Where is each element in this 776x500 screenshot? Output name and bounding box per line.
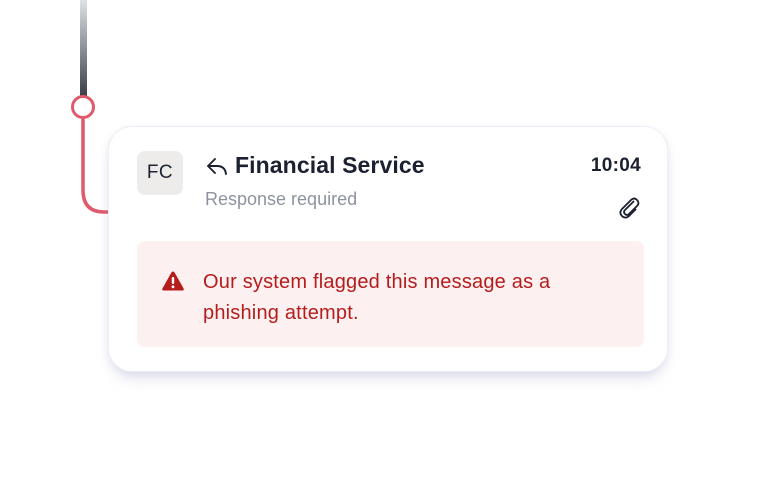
message-card[interactable]: FC Financial Service Response required 1…: [108, 126, 668, 372]
warning-message: Our system flagged this message as a phi…: [203, 271, 551, 324]
sender-name: Financial Service: [235, 152, 425, 178]
hook-eye: [71, 95, 95, 119]
message-subtitle: Response required: [205, 189, 358, 209]
message-header: Financial Service: [205, 152, 425, 179]
message-time: 10:04: [590, 155, 641, 176]
paperclip-icon[interactable]: [617, 195, 641, 221]
avatar: FC: [137, 151, 183, 195]
hook-shank: [81, 116, 112, 214]
phishing-warning-banner: Our system flagged this message as a phi…: [137, 241, 644, 347]
warning-triangle-icon: [161, 270, 185, 292]
reply-icon: [205, 156, 229, 176]
fishing-line: [80, 0, 87, 96]
avatar-initials: FC: [146, 162, 174, 183]
